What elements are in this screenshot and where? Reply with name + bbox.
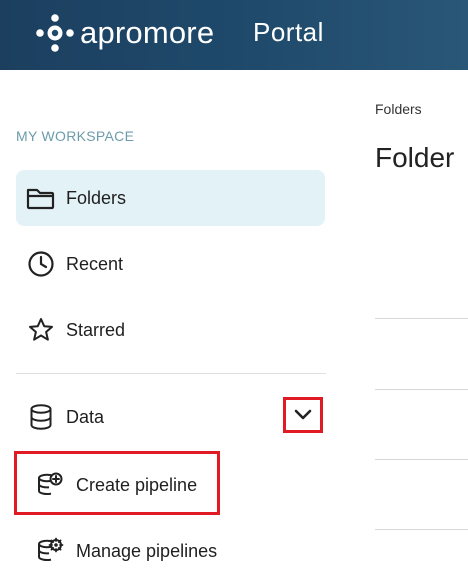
highlight-create-pipeline — [14, 451, 220, 515]
list-row-divider — [375, 529, 468, 530]
list-row-divider — [375, 459, 468, 460]
sidebar-item-recent[interactable]: Recent — [16, 236, 325, 292]
sidebar-item-starred[interactable]: Starred — [16, 302, 325, 358]
brand-name[interactable]: apromore — [80, 14, 214, 52]
sidebar-divider — [16, 373, 326, 374]
section-title: MY WORKSPACE — [16, 128, 135, 144]
sidebar-subitem-label: Manage pipelines — [76, 540, 218, 561]
chevron-down-icon — [294, 409, 312, 420]
sidebar-item-label: Starred — [66, 319, 126, 340]
star-icon — [26, 315, 56, 345]
sidebar-item-folders[interactable]: Folders — [16, 170, 325, 226]
top-bar: apromore Portal — [0, 0, 468, 70]
product-name: Portal — [253, 17, 324, 47]
page-title: Folder — [375, 142, 455, 173]
list-row-divider — [375, 389, 468, 390]
breadcrumb[interactable]: Folders — [375, 101, 422, 117]
data-expand-toggle[interactable] — [283, 397, 323, 433]
folder-icon — [26, 183, 56, 213]
list-row-divider — [375, 318, 468, 319]
sidebar-subitem-manage-pipelines[interactable]: Manage pipelines — [26, 526, 218, 576]
clock-icon — [26, 249, 56, 279]
sidebar: MY WORKSPACE Folders Recent Starred Data… — [0, 70, 340, 585]
database-icon — [26, 402, 56, 432]
sidebar-item-label: Data — [66, 406, 105, 427]
main-content: Folders Folder — [340, 70, 468, 585]
sidebar-item-label: Recent — [66, 253, 124, 274]
manage-pipelines-icon — [36, 537, 64, 565]
sidebar-item-label: Folders — [66, 187, 127, 208]
apromore-logo-icon[interactable] — [36, 14, 74, 52]
sidebar-item-data[interactable]: Data — [16, 389, 325, 445]
